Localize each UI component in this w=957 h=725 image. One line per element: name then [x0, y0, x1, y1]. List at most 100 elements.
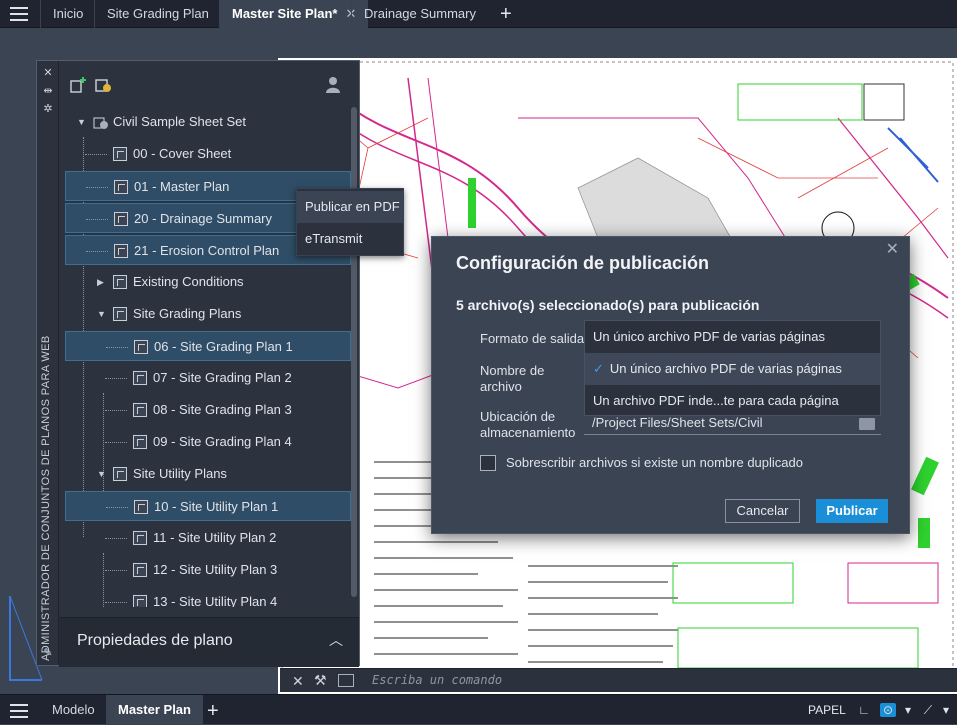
snap-icon[interactable]: ⊙ [880, 703, 896, 717]
close-icon[interactable]: ✕ [886, 239, 899, 259]
paper-space-toggle[interactable]: PAPEL [808, 695, 846, 725]
sheet-icon [133, 563, 147, 577]
tree-sheet-09-site-grading-plan-4[interactable]: 09 - Site Grading Plan 4 [65, 427, 351, 457]
palette-body: ▼ Civil Sample Sheet Set 00 - Cover Shee… [59, 61, 359, 667]
tab-drainage-summary[interactable]: Drainage Summary [351, 0, 488, 28]
new-tab-plus-icon[interactable]: + [500, 3, 512, 26]
new-sheet-icon[interactable] [69, 75, 89, 95]
close-icon[interactable]: ✕ [42, 67, 54, 79]
sheet-icon [133, 371, 147, 385]
tree-subset-existing-conditions[interactable]: ▶ Existing Conditions [65, 267, 351, 297]
publish-button[interactable]: Publicar [816, 499, 888, 523]
tree-root-sheet-set[interactable]: ▼ Civil Sample Sheet Set [65, 107, 351, 137]
dropdown-option-separate-pdf[interactable]: Un archivo PDF inde...te para cada págin… [585, 385, 880, 417]
chevron-right-icon[interactable]: ▶ [97, 267, 104, 297]
tree-item-label: 11 - Site Utility Plan 2 [153, 530, 277, 545]
palette-toolbar [59, 61, 359, 107]
user-icon[interactable] [323, 75, 343, 95]
chevron-down-icon[interactable]: ▾ [938, 703, 954, 717]
sheet-properties-panel[interactable]: Propiedades de plano ︿ [59, 617, 359, 667]
chevron-down-icon[interactable]: ▼ [97, 299, 106, 329]
sheet-set-icon: ✎ [43, 647, 53, 659]
storage-location-label: Ubicación de almacenamiento [480, 409, 576, 440]
tree-sheet-08-site-grading-plan-3[interactable]: 08 - Site Grading Plan 3 [65, 395, 351, 425]
polar-tracking-icon[interactable]: ⟋ [920, 703, 936, 717]
menu-item-etransmit[interactable]: eTransmit [297, 223, 403, 255]
tree-sheet-12-site-utility-plan-3[interactable]: 12 - Site Utility Plan 3 [65, 555, 351, 585]
output-format-dropdown[interactable]: Un único archivo PDF de varias páginas ✓… [584, 320, 881, 416]
tree-item-label: Site Grading Plans [133, 306, 242, 321]
tree-sheet-06-site-grading-plan-1[interactable]: 06 - Site Grading Plan 1 [65, 331, 351, 361]
subset-icon [113, 275, 127, 289]
tree-item-label: 21 - Erosion Control Plan [134, 243, 280, 258]
tree-item-label: 12 - Site Utility Plan 3 [153, 562, 278, 577]
file-name-label: Nombre de archivo [480, 363, 545, 394]
autohide-icon[interactable]: ⇹ [42, 85, 54, 97]
option-label: Un único archivo PDF de varias páginas [593, 329, 825, 344]
sheet-tree[interactable]: ▼ Civil Sample Sheet Set 00 - Cover Shee… [59, 107, 353, 607]
publish-settings-dialog: ✕ Configuración de publicación 5 archivo… [431, 236, 910, 534]
wrench-icon[interactable]: ⚒ [314, 672, 327, 689]
tree-item-label: 08 - Site Grading Plan 3 [153, 402, 292, 417]
dropdown-option-single-pdf[interactable]: ✓ Un único archivo PDF de varias páginas [585, 353, 880, 385]
scrollbar-thumb[interactable] [351, 107, 357, 597]
menu-icon[interactable] [10, 704, 28, 718]
tab-inicio[interactable]: Inicio [40, 0, 95, 28]
subset-icon [113, 307, 127, 321]
command-prompt-icon[interactable] [338, 674, 354, 687]
cancel-button[interactable]: Cancelar [725, 499, 800, 523]
dialog-title: Configuración de publicación [456, 253, 710, 273]
tree-scrollbar[interactable] [351, 107, 357, 597]
tree-sheet-10-site-utility-plan-1[interactable]: 10 - Site Utility Plan 1 [65, 491, 351, 521]
menu-item-publish-pdf[interactable]: Publicar en PDF [297, 191, 403, 223]
sheet-icon [133, 595, 147, 607]
tab-site-grading-plan[interactable]: Site Grading Plan [94, 0, 221, 28]
tree-item-label: Site Utility Plans [133, 466, 227, 481]
tree-subset-site-utility-plans[interactable]: ▼ Site Utility Plans [65, 459, 351, 489]
tab-master-site-plan[interactable]: Master Site Plan* ✕ [219, 0, 369, 28]
tree-item-label: 09 - Site Grading Plan 4 [153, 434, 292, 449]
tab-label: Modelo [52, 702, 95, 717]
overwrite-label: Sobrescribir archivos si existe un nombr… [506, 455, 803, 470]
sheet-set-properties-icon[interactable] [93, 75, 113, 95]
properties-title: Propiedades de plano [77, 632, 233, 649]
option-label: Un único archivo PDF de varias páginas [609, 361, 842, 376]
dialog-subtitle: 5 archivo(s) seleccionado(s) para public… [456, 297, 760, 313]
chevron-down-icon[interactable]: ▼ [77, 107, 86, 137]
sheet-icon [114, 180, 128, 194]
chevron-down-icon[interactable]: ▾ [900, 703, 916, 717]
grid-icon[interactable]: ∟ [856, 703, 872, 717]
overwrite-checkbox[interactable] [480, 455, 496, 471]
chevron-up-icon[interactable]: ︿ [329, 630, 343, 650]
status-bar: Modelo Master Plan + PAPEL ∟ ⊙ ▾ ⟋ ▾ [0, 694, 957, 725]
folder-icon[interactable] [859, 418, 875, 430]
splitter-grip[interactable] [179, 609, 239, 622]
tree-sheet-11-site-utility-plan-2[interactable]: 11 - Site Utility Plan 2 [65, 523, 351, 553]
command-line: ✕ ⚒ Escriba un comando [280, 668, 957, 692]
menu-icon[interactable] [10, 7, 28, 21]
tree-sheet-13-site-utility-plan-4[interactable]: 13 - Site Utility Plan 4 [65, 587, 351, 607]
palette-vertical-title: ADMINISTRADOR DE CONJUNTOS DE PLANOS PAR… [40, 335, 52, 661]
chevron-down-icon[interactable]: ▼ [97, 459, 106, 489]
context-menu: Publicar en PDF eTransmit [296, 188, 404, 256]
new-layout-plus-icon[interactable]: + [207, 700, 219, 723]
tab-label: Drainage Summary [364, 6, 476, 21]
tab-modelo[interactable]: Modelo [40, 695, 107, 725]
sheet-icon [133, 435, 147, 449]
palette-title-strip[interactable]: ✕ ⇹ ✲ ADMINISTRADOR DE CONJUNTOS DE PLAN… [37, 61, 59, 665]
tab-label: Site Grading Plan [107, 6, 209, 21]
sheet-icon [133, 531, 147, 545]
document-tab-bar: Inicio Site Grading Plan Master Site Pla… [0, 0, 957, 28]
tab-master-plan[interactable]: Master Plan [106, 695, 203, 725]
sheet-icon [134, 500, 148, 514]
tab-label: Master Site Plan* [232, 6, 338, 21]
tree-item-label: Existing Conditions [133, 274, 244, 289]
tab-label: Master Plan [118, 702, 191, 717]
sheet-set-manager-palette: ✕ ⇹ ✲ ADMINISTRADOR DE CONJUNTOS DE PLAN… [36, 60, 360, 667]
tree-sheet-00-cover-sheet[interactable]: 00 - Cover Sheet [65, 139, 351, 169]
tree-subset-site-grading-plans[interactable]: ▼ Site Grading Plans [65, 299, 351, 329]
tree-sheet-07-site-grading-plan-2[interactable]: 07 - Site Grading Plan 2 [65, 363, 351, 393]
dropdown-selected-value[interactable]: Un único archivo PDF de varias páginas [585, 321, 880, 353]
command-input[interactable]: Escriba un comando [372, 673, 502, 687]
close-icon[interactable]: ✕ [292, 673, 304, 690]
